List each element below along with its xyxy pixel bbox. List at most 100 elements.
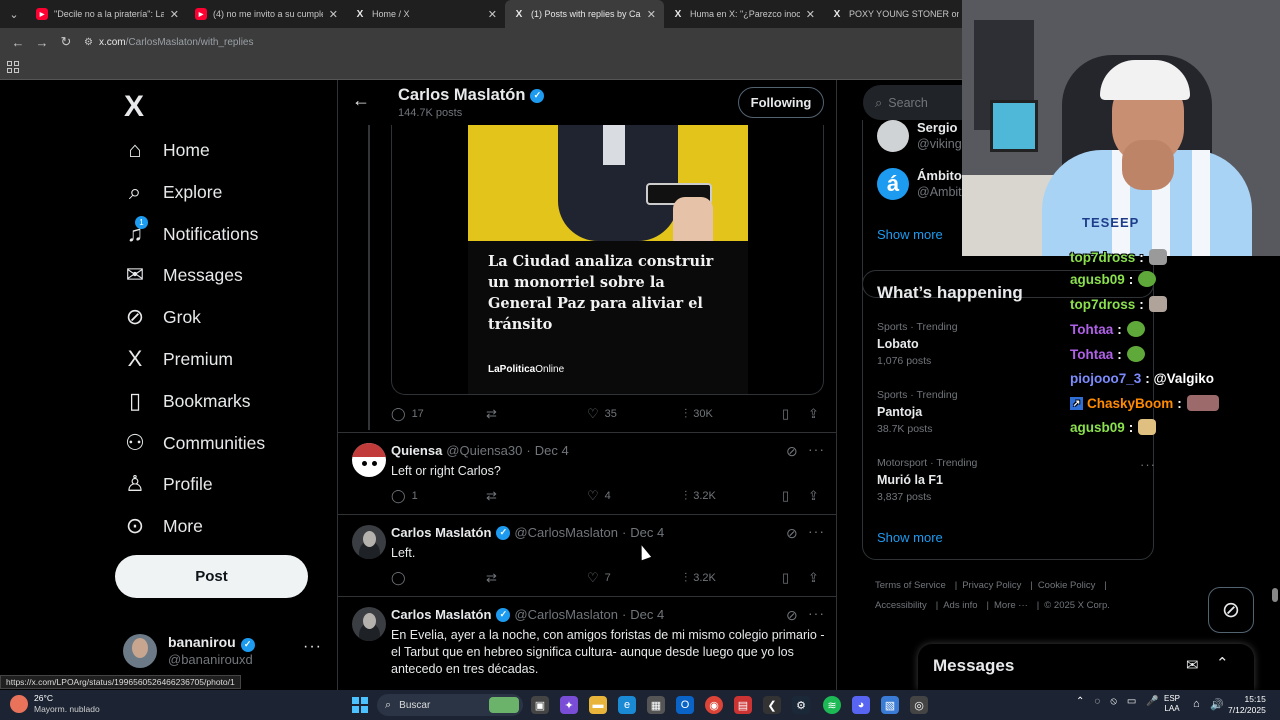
messages-drawer[interactable]: Messages ✉ ⌃ — [918, 644, 1254, 690]
app-icon[interactable]: ❮ — [763, 696, 781, 714]
browser-tab[interactable]: ▶ "Decile no a la piratería": La ins ✕ — [28, 0, 187, 28]
grok-icon[interactable]: ⊘ — [786, 607, 798, 624]
close-tab-icon[interactable]: ✕ — [806, 8, 815, 21]
tweet-date[interactable]: Dec 4 — [630, 607, 664, 622]
copilot-icon[interactable]: ✦ — [560, 696, 578, 714]
network-icon[interactable]: ⌂ — [1193, 698, 1200, 710]
account-switcher[interactable]: bananirou ✓ @bananirouxd ··· — [123, 632, 323, 672]
chevron-up-icon[interactable]: ⌃ — [1216, 654, 1229, 672]
more-dots-icon[interactable]: ··· — [808, 523, 825, 539]
grok-icon[interactable]: ⊘ — [786, 443, 798, 460]
timeline-tweet[interactable]: Carlos Maslatón ✓ @CarlosMaslaton · Dec … — [338, 597, 836, 690]
spotify-icon[interactable]: ≋ — [823, 696, 841, 714]
discord-icon[interactable]: ◕ — [852, 696, 870, 714]
browser-tab[interactable]: X Huma en X: "¿Parezco inocente ✕ — [664, 0, 823, 28]
nav-communities[interactable]: ⚇ Communities — [122, 423, 265, 463]
taskbar-search[interactable]: ⌕ Buscar — [377, 694, 523, 716]
avatar[interactable] — [352, 443, 386, 477]
media-photo[interactable] — [468, 125, 748, 241]
obs-icon[interactable]: ◎ — [910, 696, 928, 714]
nav-messages[interactable]: ✉ Messages — [122, 255, 243, 295]
nav-grok[interactable]: ⊘ Grok — [122, 297, 201, 337]
footer-link[interactable]: More ··· — [994, 600, 1028, 611]
tweet-date[interactable]: Dec 4 — [535, 443, 569, 458]
site-info-icon[interactable]: ⚙ — [84, 37, 93, 48]
taskbar-clock[interactable]: 15:15 7/12/2025 — [1228, 694, 1266, 716]
apps-grid-icon[interactable] — [7, 61, 19, 73]
mic-icon[interactable]: 🎤 — [1146, 696, 1158, 707]
share-button[interactable]: ⇪ — [808, 488, 825, 504]
url-field[interactable]: ⚙ x.com/CarlosMaslaton/with_replies — [84, 37, 253, 48]
nav-bookmarks[interactable]: ▯ Bookmarks — [122, 381, 251, 421]
ambito-logo-icon[interactable]: á — [877, 168, 909, 200]
more-dots-icon[interactable]: ··· — [1140, 457, 1156, 472]
bookmark-button[interactable]: ▯ — [782, 406, 795, 422]
reply-button[interactable]: ◯ — [391, 570, 412, 586]
tweet-author[interactable]: Quiensa — [391, 443, 442, 458]
views-button[interactable]: ⫶ 3.2K — [684, 570, 716, 586]
reload-icon[interactable]: ↻ — [54, 30, 78, 54]
store-icon[interactable]: ▦ — [647, 696, 665, 714]
chevron-up-icon[interactable]: ⌃ — [1076, 696, 1084, 707]
nav-explore[interactable]: ⌕ Explore — [122, 172, 223, 212]
forward-icon[interactable]: → — [30, 30, 54, 54]
weather-widget[interactable]: 26°C Mayorm. nublado — [10, 693, 100, 715]
like-button[interactable]: ♡ 4 — [587, 488, 611, 504]
repost-button[interactable]: ⇄ — [486, 570, 503, 586]
tweet-handle[interactable]: @CarlosMaslaton — [514, 525, 618, 540]
trend-item[interactable]: Motorsport · Trending Murió la F1 3,837 … — [877, 457, 1155, 509]
footer-link[interactable]: Terms of Service — [875, 580, 946, 591]
reply-tweet[interactable]: Quiensa @Quiensa30 · Dec 4 ⊘ ··· Left or… — [338, 433, 836, 515]
reply-tweet[interactable]: Carlos Maslatón ✓ @CarlosMaslaton · Dec … — [338, 515, 836, 597]
browser-tab[interactable]: X Home / X ✕ — [346, 0, 505, 28]
like-button[interactable]: ♡ 35 — [587, 406, 617, 422]
close-tab-icon[interactable]: ✕ — [488, 8, 497, 21]
grok-icon[interactable]: ⊘ — [786, 525, 798, 542]
grok-floating-button[interactable]: ⊘ — [1208, 587, 1254, 633]
footer-link[interactable]: Ads info — [943, 600, 977, 611]
edge-icon[interactable]: e — [618, 696, 636, 714]
start-menu-icon[interactable] — [352, 697, 368, 713]
volume-icon[interactable]: 🔊 — [1210, 698, 1224, 711]
x-logo-icon[interactable]: X — [124, 90, 144, 124]
scrollbar-thumb[interactable] — [1272, 588, 1278, 602]
language-indicator[interactable]: ESP LAA — [1164, 694, 1180, 714]
steam-icon[interactable]: ⚙ — [792, 696, 810, 714]
more-dots-icon[interactable]: ··· — [808, 441, 825, 457]
nav-profile[interactable]: ♙ Profile — [122, 464, 212, 504]
more-dots-icon[interactable]: ··· — [303, 638, 322, 656]
app-icon[interactable]: ▧ — [881, 696, 899, 714]
repost-button[interactable]: ⇄ — [486, 406, 503, 422]
footer-link[interactable]: Privacy Policy — [962, 580, 1021, 591]
bookmark-button[interactable]: ▯ — [782, 570, 795, 586]
nav-more[interactable]: ⊙ More — [122, 506, 203, 546]
share-button[interactable]: ⇪ — [808, 570, 825, 586]
back-arrow-icon[interactable]: ← — [352, 90, 370, 111]
back-icon[interactable]: ← — [6, 30, 30, 54]
footer-link[interactable]: Accessibility — [875, 600, 927, 611]
like-button[interactable]: ♡ 7 — [587, 570, 611, 586]
tab-list-chevron-icon[interactable]: ⌄ — [0, 0, 28, 28]
new-message-icon[interactable]: ✉ — [1186, 656, 1199, 674]
more-dots-icon[interactable]: ··· — [808, 605, 825, 621]
browser-tab-active[interactable]: X (1) Posts with replies by Carlos ✕ — [505, 0, 664, 28]
tweet-author[interactable]: Carlos Maslatón — [391, 525, 491, 540]
nav-home[interactable]: ⌂ Home — [122, 130, 209, 170]
nav-notifications[interactable]: ♫ 1 Notifications — [122, 214, 258, 254]
views-button[interactable]: ⫶ 30K — [684, 406, 713, 422]
browser-tab[interactable]: ▶ (4) no me invito a su cumpleañ ✕ — [187, 0, 346, 28]
task-view-icon[interactable]: ▣ — [531, 696, 549, 714]
bookmark-button[interactable]: ▯ — [782, 488, 795, 504]
wifi-icon[interactable]: ◌ — [1094, 696, 1100, 707]
views-button[interactable]: ⫶ 3.2K — [684, 488, 716, 504]
close-tab-icon[interactable]: ✕ — [647, 8, 656, 21]
footer-link[interactable]: Cookie Policy — [1038, 580, 1096, 591]
avatar[interactable] — [352, 607, 386, 641]
tweet-author[interactable]: Carlos Maslatón — [391, 607, 491, 622]
following-button[interactable]: Following — [738, 87, 824, 118]
show-more-link[interactable]: Show more — [877, 530, 943, 545]
tweet-handle[interactable]: @Quiensa30 — [446, 443, 522, 458]
chrome-icon[interactable]: ◉ — [705, 696, 723, 714]
close-tab-icon[interactable]: ✕ — [329, 8, 338, 21]
outlook-icon[interactable]: O — [676, 696, 694, 714]
